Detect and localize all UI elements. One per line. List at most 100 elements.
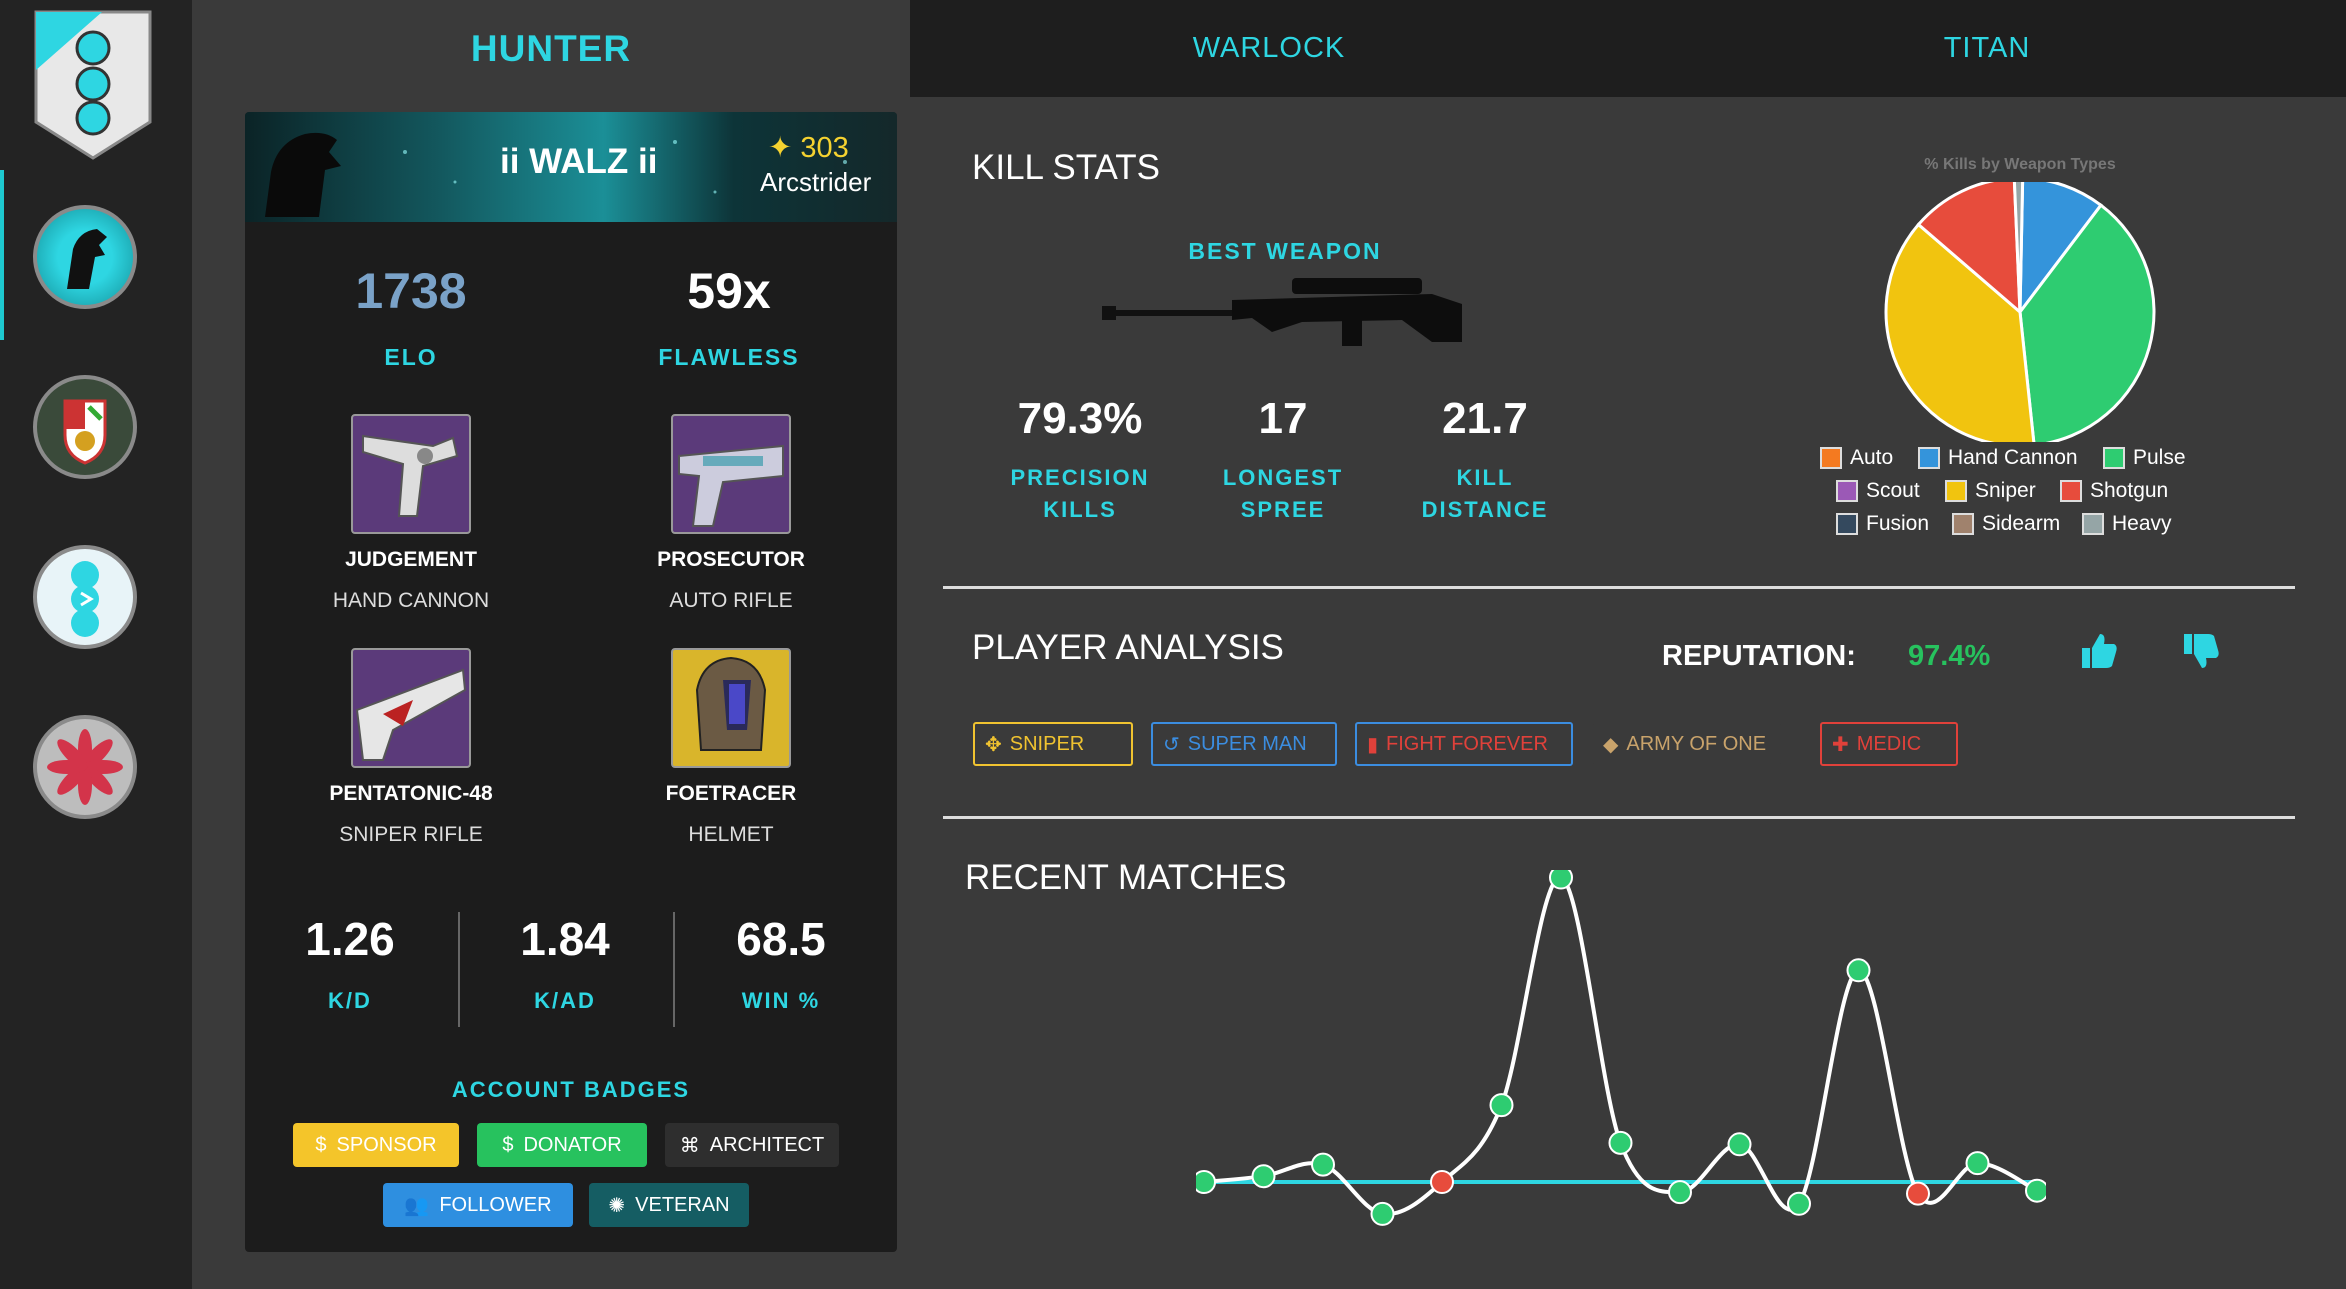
kd-value: 1.26 [305,913,395,965]
loadout-name: PENTATONIC-48 [329,782,493,805]
users-icon: 👥 [404,1194,430,1217]
reputation-value: 97.4% [1908,640,1991,672]
emblem-crest-icon[interactable] [33,375,137,479]
label-line: SPREE [1240,497,1326,522]
emblem-circles-icon[interactable] [33,545,137,649]
longest-spree-label: LONGEST SPREE [1173,462,1393,526]
kill-stats-title: KILL STATS [972,148,1161,187]
tab-hunter[interactable]: HUNTER [192,0,910,97]
elo-label: ELO [384,344,438,370]
pie-chart-title: % Kills by Weapon Types [1924,156,2116,173]
kad-label: K/AD [534,988,596,1013]
player-analysis-title: PLAYER ANALYSIS [972,628,1284,667]
win-value: 68.5 [736,913,826,965]
legend-item-heavy[interactable]: Heavy [2082,512,2172,536]
legend-swatch [2082,513,2104,535]
legend-item-scout[interactable]: Scout [1836,479,1920,503]
pentatonic-weapon-icon[interactable] [351,648,471,768]
sniper-rifle-icon [1102,278,1462,346]
emblem-horse-icon[interactable] [33,205,137,309]
loadout-name: JUDGEMENT [345,548,477,571]
precision-kills-value: 79.3% [1017,394,1143,443]
loadout-type: AUTO RIFLE [669,589,793,612]
loadout-type: SNIPER RIFLE [339,823,483,846]
sidebar [0,0,192,1289]
legend-swatch [2060,480,2082,502]
trait-medic[interactable]: ✚ MEDIC [1820,722,1958,766]
divider [458,912,460,1027]
match-point[interactable] [1727,1132,1752,1157]
emblem-flower-icon[interactable] [33,715,137,819]
section-divider [943,816,2295,819]
thumbs-down-icon[interactable] [2180,632,2220,672]
kill-distance-value: 21.7 [1442,394,1528,443]
legend-label: Hand Cannon [1948,446,2078,469]
trait-sniper[interactable]: ✥ SNIPER [973,722,1133,766]
legend-item-pulse[interactable]: Pulse [2103,446,2186,470]
legend-swatch [1820,447,1842,469]
legend-label: Auto [1850,446,1894,469]
dollar-icon: $ [502,1133,514,1156]
trait-label: MEDIC [1856,732,1922,755]
win-label: WIN % [741,988,821,1013]
trait-label: SUPER MAN [1187,732,1307,755]
match-point[interactable] [1311,1152,1335,1177]
section-divider [943,586,2295,589]
legend-item-fusion[interactable]: Fusion [1836,512,1929,536]
judgement-weapon-icon[interactable] [351,414,471,534]
match-point[interactable] [1965,1151,1990,1176]
match-point[interactable] [1608,1130,1633,1155]
trait-label: ARMY OF ONE [1626,732,1767,755]
legend-item-sidearm[interactable]: Sidearm [1952,512,2060,536]
match-point[interactable] [1846,958,1871,983]
best-weapon-label: BEST WEAPON [1188,238,1382,264]
loadout-type: HELMET [688,823,774,846]
architect-icon: ⌘ [679,1134,700,1157]
veteran-badge[interactable]: ✺ VETERAN [589,1183,749,1227]
match-point[interactable] [1549,870,1573,890]
match-point[interactable] [2025,1178,2046,1203]
tab-warlock[interactable]: WARLOCK [910,0,1628,97]
legend-swatch [1836,480,1858,502]
match-point[interactable] [1668,1180,1692,1205]
light-level: ✦ 303 [768,132,849,164]
foetracer-helmet-icon[interactable] [671,648,791,768]
follower-badge[interactable]: 👥 FOLLOWER [383,1183,573,1227]
architect-badge[interactable]: ⌘ ARCHITECT [665,1123,839,1167]
prosecutor-weapon-icon[interactable] [671,414,791,534]
match-point[interactable] [1787,1191,1811,1216]
match-point[interactable] [1251,1164,1276,1189]
match-point[interactable] [1430,1170,1454,1194]
kill-distance-label: KILL DISTANCE [1375,462,1595,526]
extinguisher-icon: ▮ [1367,733,1379,756]
legend-swatch [2103,447,2125,469]
player-banner: ii WALZ ii ✦ 303 Arcstrider [245,112,897,222]
donator-badge[interactable]: $ DONATOR [477,1123,647,1167]
kad-value: 1.84 [520,913,610,965]
legend-item-hand-cannon[interactable]: Hand Cannon [1918,446,2078,470]
tab-titan[interactable]: TITAN [1628,0,2346,97]
match-point[interactable] [1489,1093,1514,1118]
diamond-icon: ◆ [1603,733,1619,756]
medkit-icon: ✚ [1832,733,1849,756]
app-logo[interactable] [32,10,154,160]
legend-label: Fusion [1866,512,1930,535]
legend-item-shotgun[interactable]: Shotgun [2060,479,2168,503]
legend-item-auto[interactable]: Auto [1820,446,1893,470]
sponsor-badge[interactable]: $ SPONSOR [293,1123,459,1167]
legend-item-sniper[interactable]: Sniper [1945,479,2036,503]
match-point[interactable] [1906,1181,1930,1206]
match-point[interactable] [1370,1201,1395,1226]
legend-swatch [1836,513,1858,535]
trait-army-of-one[interactable]: ◆ ARMY OF ONE [1591,722,1783,766]
trait-fight-forever[interactable]: ▮ FIGHT FOREVER [1355,722,1573,766]
match-point[interactable] [1196,1170,1216,1194]
label-line: KILLS [1043,497,1117,522]
elo-value: 1738 [355,263,467,319]
refresh-icon: ↺ [1163,733,1180,756]
trait-super-man[interactable]: ↺ SUPER MAN [1151,722,1337,766]
thumbs-up-icon[interactable] [2078,630,2118,670]
player-name: ii WALZ ii [500,142,658,181]
crosshair-icon: ✥ [985,733,1002,756]
kd-label: K/D [328,988,372,1013]
